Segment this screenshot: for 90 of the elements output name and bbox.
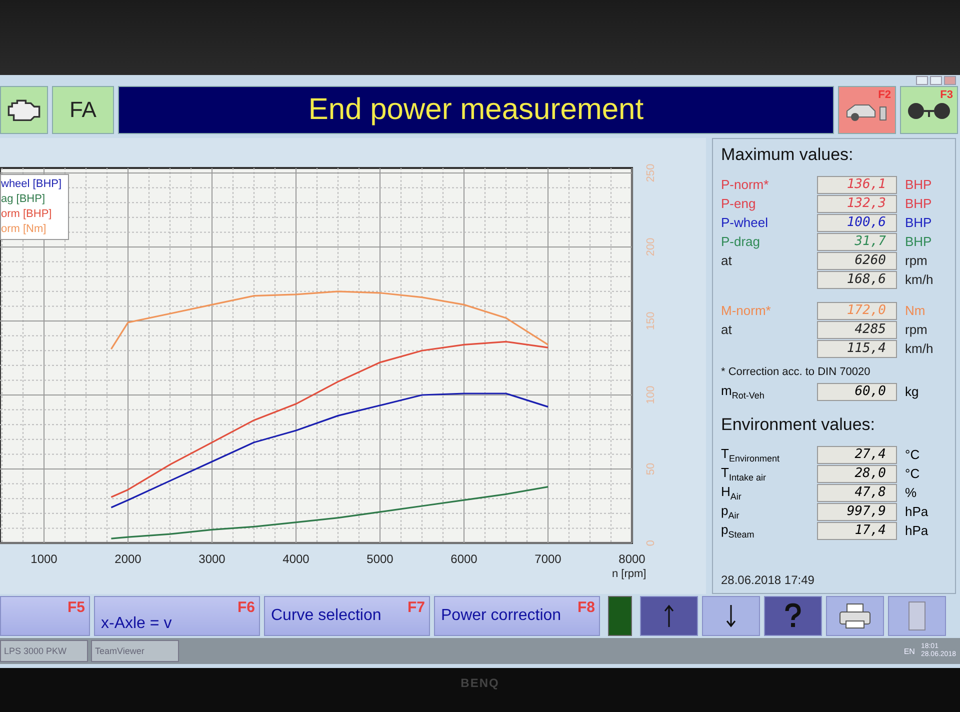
- y-axis-label: 250: [645, 164, 657, 182]
- axle-button[interactable]: F3: [900, 86, 958, 134]
- function-key-button[interactable]: Power correction F8: [434, 596, 600, 636]
- value-label: p$_{Steam}$: [721, 522, 756, 540]
- value-display: 28,0: [817, 464, 897, 482]
- x-axis-label: 8000: [618, 552, 646, 566]
- value-label: T$_{Environment}$: [721, 446, 780, 464]
- unit-label: BHP: [905, 177, 933, 192]
- y-axis-label: 0: [645, 540, 657, 546]
- level-indicator-icon: [608, 596, 632, 636]
- unit-label: km/h: [905, 341, 934, 356]
- unit-label: BHP: [905, 234, 933, 249]
- legend-label: orm [BHP]: [1, 207, 53, 222]
- value-display: 172,0: [817, 302, 897, 320]
- minimize-button[interactable]: [916, 76, 928, 85]
- screen-title: End power measurement: [118, 86, 834, 134]
- help-button[interactable]: [764, 596, 822, 636]
- scroll-up-button[interactable]: [640, 596, 698, 636]
- value-display: 6260: [817, 252, 897, 270]
- down-arrow-icon: [725, 604, 737, 628]
- print-button[interactable]: [826, 596, 884, 636]
- language-indicator[interactable]: EN: [904, 646, 915, 656]
- function-key-button[interactable]: x-Axle = v F6: [94, 596, 260, 636]
- value-display: 136,1: [817, 176, 897, 194]
- value-display: 100,6: [817, 214, 897, 232]
- scroll-down-button[interactable]: [702, 596, 760, 636]
- up-arrow-icon: [663, 604, 675, 628]
- x-axis-label: 3000: [198, 552, 226, 566]
- x-axis-label: 5000: [366, 552, 394, 566]
- unit-label: BHP: [905, 215, 933, 230]
- unit-label: rpm: [905, 253, 928, 268]
- x-axis-title: n [rpm]: [612, 568, 646, 580]
- unit-label: kg: [905, 384, 920, 399]
- function-key-button[interactable]: F5: [0, 596, 90, 636]
- unit-label: km/h: [905, 272, 934, 287]
- section-title: Environment values:: [721, 415, 876, 435]
- x-axis-label: 2000: [114, 552, 142, 566]
- value-label: P-norm*: [721, 177, 770, 192]
- value-display: 115,4: [817, 340, 897, 358]
- x-axis-label: 6000: [450, 552, 478, 566]
- value-display: 27,4: [817, 446, 897, 464]
- legend-label: wheel [BHP]: [1, 177, 62, 192]
- value-label: P-eng: [721, 196, 757, 211]
- value-label: m$_{Rot-Veh}$: [721, 382, 766, 400]
- taskbar-app-button[interactable]: LPS 3000 PKW: [0, 640, 88, 662]
- legend-label: orm [Nm]: [1, 222, 48, 237]
- date-time: 28.06.2018 17:49: [721, 573, 816, 587]
- unit-label: °C: [905, 466, 921, 481]
- value-display: 31,7: [817, 232, 897, 250]
- value-display: 132,3: [817, 194, 897, 212]
- door-icon: [908, 601, 926, 631]
- value-label: at: [721, 322, 733, 337]
- unit-label: Nm: [905, 303, 926, 318]
- value-display: 168,6: [817, 270, 897, 288]
- legend-label: ag [BHP]: [1, 192, 46, 207]
- vehicle-button[interactable]: F2: [838, 86, 896, 134]
- engine-button[interactable]: [0, 86, 48, 134]
- value-label: M-norm*: [721, 303, 772, 318]
- value-display: 17,4: [817, 522, 897, 540]
- y-axis-label: 100: [645, 386, 657, 404]
- value-display: 4285: [817, 320, 897, 338]
- taskbar-app-button[interactable]: TeamViewer: [91, 640, 179, 662]
- value-display: 997,9: [817, 502, 897, 520]
- value-label: P-drag: [721, 234, 762, 249]
- y-axis-label: 200: [645, 238, 657, 256]
- x-axis-label: 7000: [534, 552, 562, 566]
- value-display: 47,8: [817, 484, 897, 502]
- x-axis-label: 4000: [282, 552, 310, 566]
- fa-button[interactable]: FA: [52, 86, 114, 134]
- function-key-button[interactable]: Curve selection F7: [264, 596, 430, 636]
- value-label: at: [721, 253, 733, 268]
- maximize-button[interactable]: [930, 76, 942, 85]
- x-axis-label: 1000: [30, 552, 58, 566]
- y-axis-label: 150: [645, 312, 657, 330]
- y-axis-label: 50: [645, 462, 657, 476]
- unit-label: hPa: [905, 523, 930, 538]
- footnote: * Correction acc. to DIN 70020: [721, 366, 872, 378]
- unit-label: rpm: [905, 322, 928, 337]
- unit-label: BHP: [905, 196, 933, 211]
- printer-icon: [838, 603, 872, 629]
- value-display: 60,0: [817, 382, 897, 400]
- unit-label: %: [905, 485, 918, 500]
- unit-label: hPa: [905, 504, 930, 519]
- section-title: Maximum values:: [721, 145, 854, 165]
- value-label: p$_{Air}$: [721, 502, 740, 520]
- unit-label: °C: [905, 447, 921, 462]
- value-label: H$_{Air}$: [721, 484, 742, 502]
- value-label: P-wheel: [721, 215, 769, 230]
- help-icon: [784, 603, 802, 629]
- value-label: T$_{Intake air}$: [721, 464, 767, 482]
